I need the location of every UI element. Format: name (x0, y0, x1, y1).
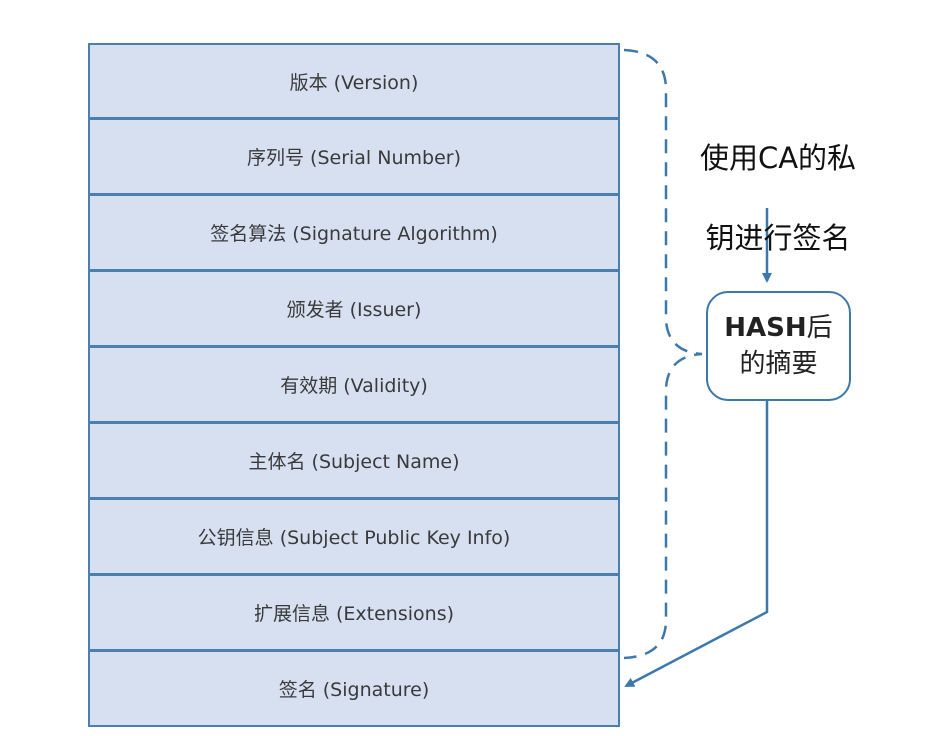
hash-label: HASH (724, 313, 807, 343)
hash-suffix: 后 (806, 313, 833, 343)
hash-digest-box: HASH后 的摘要 (706, 291, 851, 401)
note-line-1: 使用CA的私 (699, 141, 857, 175)
hash-line-2: 的摘要 (739, 349, 818, 379)
note-line-2: 钥进行签名 (705, 221, 851, 255)
hash-line-1: HASH后 (724, 310, 832, 346)
sign-with-ca-private-key-note: 使用CA的私 钥进行签名 (688, 98, 868, 298)
arrow-to-signature (624, 401, 769, 688)
